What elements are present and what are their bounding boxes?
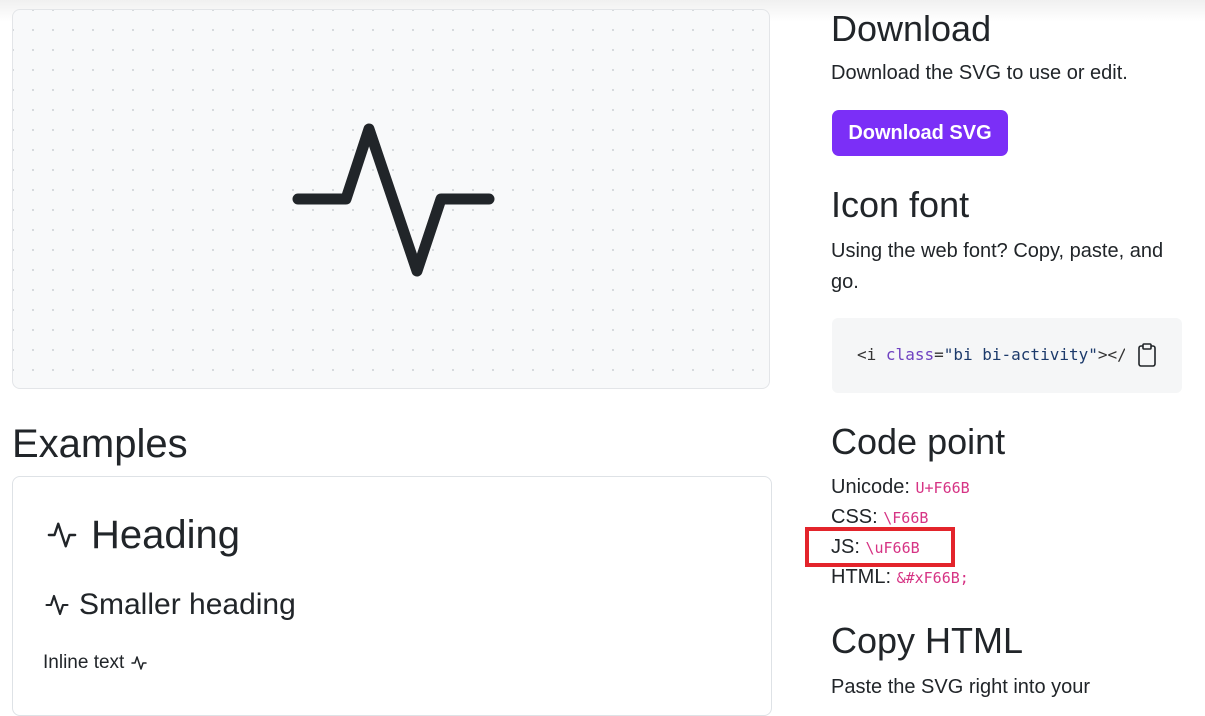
icon-font-code[interactable]: <i class="bi bi-activity"></ xyxy=(857,345,1125,365)
code-attr: class xyxy=(885,345,935,364)
highlight-box xyxy=(805,527,955,567)
code-close: ></ xyxy=(1097,345,1125,364)
example-heading-text: Heading xyxy=(91,513,241,557)
example-inline-label: Inline text xyxy=(43,652,125,673)
copy-html-title: Copy HTML xyxy=(831,620,1024,661)
cp-label: Unicode: xyxy=(831,476,910,498)
icon-font-title: Icon font xyxy=(831,184,970,225)
cp-value: \F66B xyxy=(883,509,929,527)
download-description: Download the SVG to use or edit. xyxy=(831,62,1128,84)
clipboard-icon[interactable] xyxy=(1136,342,1158,368)
activity-icon xyxy=(45,594,69,616)
examples-card: Heading Smaller heading Inline text xyxy=(12,476,772,716)
example-smaller-heading: Smaller heading xyxy=(43,587,296,623)
example-inline-text: Inline text xyxy=(43,651,148,675)
download-title: Download xyxy=(831,8,992,49)
code-open: < xyxy=(857,345,867,364)
code-value: "bi bi-activity" xyxy=(943,345,1098,364)
cp-value: &#xF66B; xyxy=(896,569,969,587)
icon-font-code-block: <i class="bi bi-activity"></ xyxy=(832,318,1182,393)
cp-value: U+F66B xyxy=(915,479,970,497)
icon-preview xyxy=(12,9,770,389)
code-point-unicode: Unicode: U+F66B xyxy=(831,472,970,503)
code-eq: = xyxy=(934,345,944,364)
icon-font-description: Using the web font? Copy, paste, and go. xyxy=(831,240,1164,293)
example-smaller-heading-text: Smaller heading xyxy=(79,588,296,621)
activity-icon xyxy=(47,522,77,548)
cp-label: CSS: xyxy=(831,506,878,528)
examples-title: Examples xyxy=(12,422,188,466)
activity-icon xyxy=(292,123,495,277)
activity-icon xyxy=(131,656,148,670)
copy-html-description: Paste the SVG right into your xyxy=(831,676,1091,698)
code-point-title: Code point xyxy=(831,421,1006,462)
example-heading: Heading xyxy=(43,511,240,559)
download-svg-button[interactable]: Download SVG xyxy=(832,110,1008,156)
code-tag: i xyxy=(866,345,877,364)
cp-label: HTML: xyxy=(831,566,891,588)
